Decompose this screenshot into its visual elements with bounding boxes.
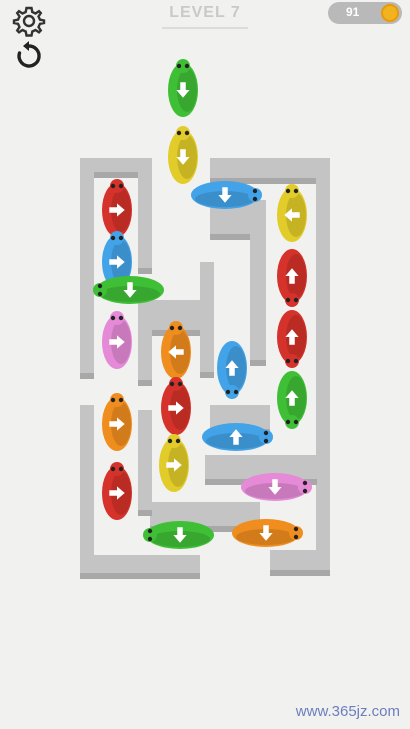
rat-eye [147,528,153,534]
rat-orange-bottom[interactable] [232,519,303,547]
rat-eye [110,315,116,321]
rat-eye [110,183,116,189]
rat-eye [293,534,299,540]
rat-eye [147,536,153,542]
rat-green-right[interactable] [277,371,307,429]
rat-eye [252,188,258,194]
rat-eye [293,526,299,532]
rat-eye [118,466,124,472]
rat-eye [285,358,291,364]
rat-green-left[interactable] [93,276,164,304]
rat-eye [263,438,269,444]
rat-eye [177,381,183,387]
rat-eye [225,389,231,395]
game-board [80,59,330,579]
rat-eye [252,196,258,202]
rat-orange-left[interactable] [102,393,132,451]
rat-eye [97,291,103,297]
rat-green-top[interactable] [168,59,198,117]
rat-eye [175,438,181,444]
rat-eye [184,63,190,69]
rat-red-left-top[interactable] [102,179,132,237]
wall [80,555,200,573]
wall [138,300,152,380]
wall [210,158,328,178]
wall [80,158,94,373]
rat-eye [293,419,299,425]
watermark: www.365jz.com [295,703,400,720]
rat-eye [169,325,175,331]
rat-eye [293,188,299,194]
rat-red-right-2[interactable] [277,310,307,368]
wall [250,200,266,360]
rat-red-center[interactable] [161,377,191,435]
rat-pink-left[interactable] [102,311,132,369]
rat-yellow-top[interactable] [168,126,198,184]
rat-eye [110,235,116,241]
wall [270,550,330,570]
rat-eye [118,183,124,189]
rat-eye [169,381,175,387]
rat-eye [176,130,182,136]
rat-eye [110,466,116,472]
rat-eye [167,438,173,444]
rat-eye [293,297,299,303]
rat-eye [285,188,291,194]
rat-eye [302,480,308,486]
rat-blue-center-vertical[interactable] [217,341,247,399]
wall [138,158,152,268]
rat-eye [285,419,291,425]
rat-eye [263,430,269,436]
wall [200,262,214,372]
wall [316,158,330,568]
rat-eye [184,130,190,136]
wall [80,405,94,573]
rat-eye [176,63,182,69]
rat-yellow-right[interactable] [277,184,307,242]
rat-eye [177,325,183,331]
rat-red-left-bottom[interactable] [102,462,132,520]
rat-eye [110,397,116,403]
rat-eye [302,488,308,494]
rat-eye [118,397,124,403]
rat-eye [285,297,291,303]
rat-yellow-center[interactable] [159,434,189,492]
rat-eye [118,235,124,241]
rat-eye [233,389,239,395]
rat-eye [118,315,124,321]
rat-eye [293,358,299,364]
rat-red-right-1[interactable] [277,249,307,307]
rat-eye [97,283,103,289]
wall [138,410,152,510]
